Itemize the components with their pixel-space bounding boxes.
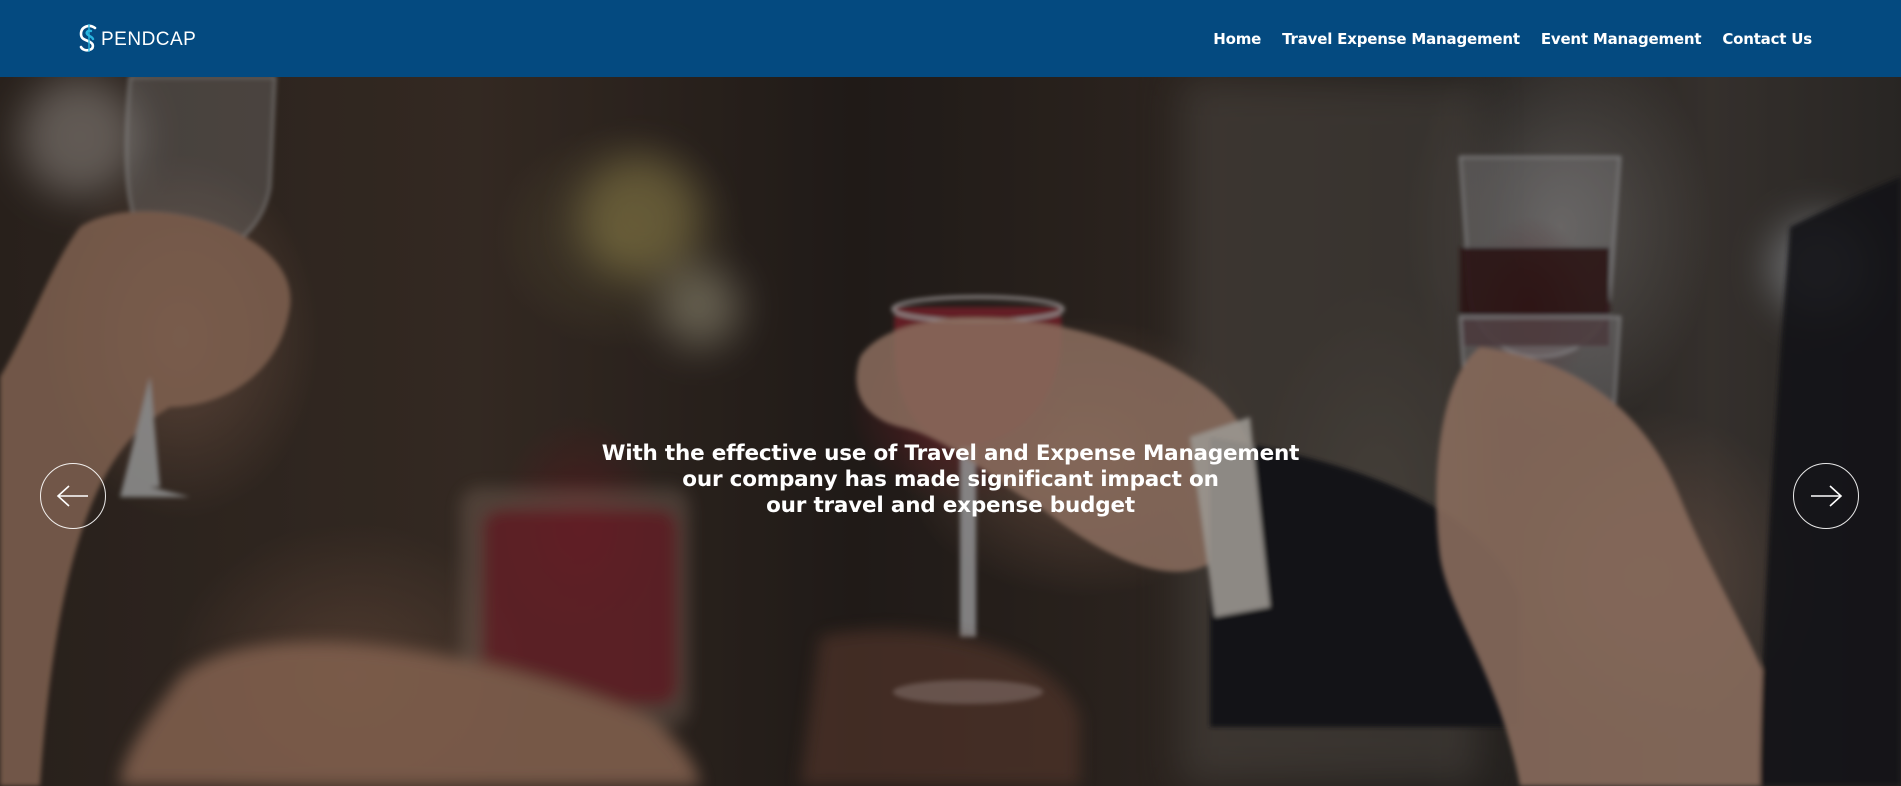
logo-text: PENDCAP — [101, 28, 197, 50]
brand-logo[interactable]: PENDCAP — [78, 22, 196, 54]
page: PENDCAP Home Travel Expense Management E… — [0, 0, 1901, 786]
nav-home-link[interactable]: Home — [1213, 30, 1261, 48]
hero-carousel: With the effective use of Travel and Exp… — [0, 77, 1901, 786]
nav-event-management-link[interactable]: Event Management — [1541, 30, 1702, 48]
hero-caption: With the effective use of Travel and Exp… — [0, 441, 1901, 519]
hero-dark-overlay — [0, 77, 1901, 786]
top-navbar: PENDCAP Home Travel Expense Management E… — [0, 0, 1901, 77]
hero-caption-line: our company has made significant impact … — [682, 467, 1219, 492]
hero-caption-line: our travel and expense budget — [766, 493, 1135, 518]
carousel-prev-button[interactable] — [40, 463, 106, 529]
nav-contact-us-link[interactable]: Contact Us — [1722, 30, 1812, 48]
carousel-next-button[interactable] — [1793, 463, 1859, 529]
arrow-left-icon — [56, 484, 90, 508]
nav-travel-expense-management-link[interactable]: Travel Expense Management — [1282, 30, 1520, 48]
hero-caption-line: With the effective use of Travel and Exp… — [601, 441, 1300, 466]
arrow-right-icon — [1809, 484, 1843, 508]
main-nav: Home Travel Expense Management Event Man… — [1213, 0, 1812, 77]
logo-mark-icon — [78, 22, 100, 54]
